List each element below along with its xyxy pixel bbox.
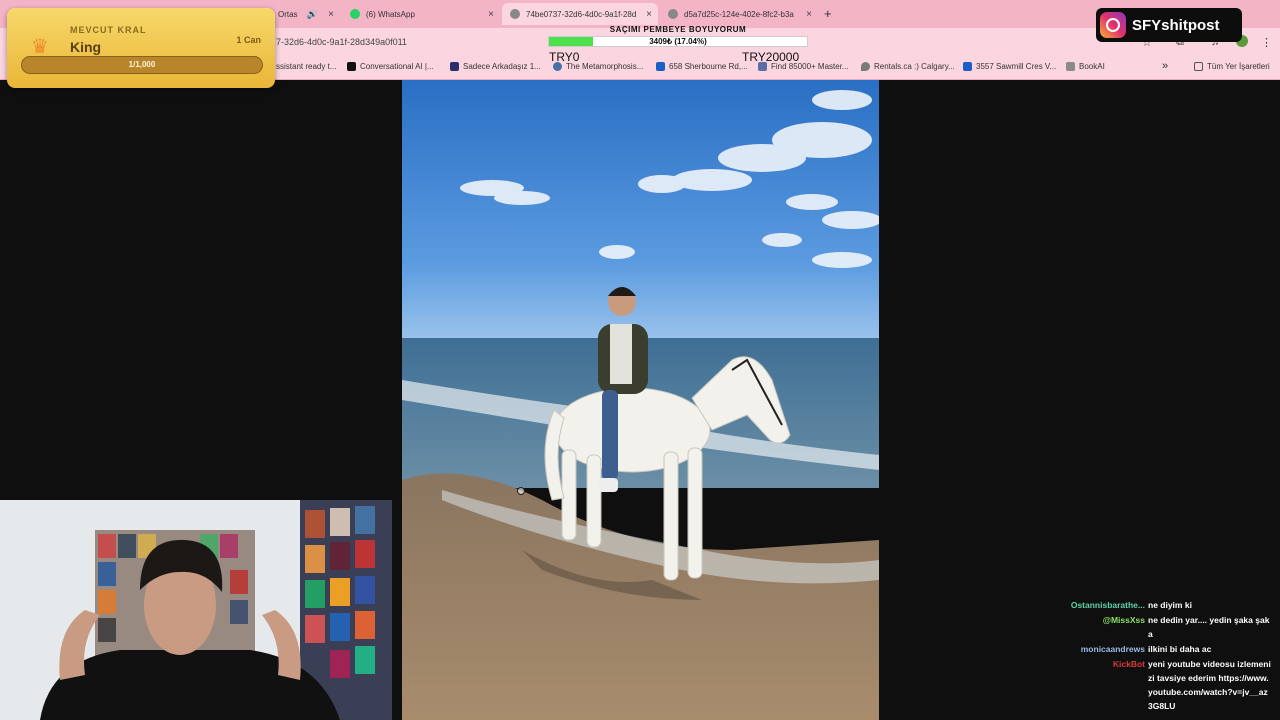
bookmark-label: BookAI xyxy=(1079,62,1105,71)
close-icon[interactable]: × xyxy=(646,9,652,20)
bookmark-label: ssistant ready t... xyxy=(276,62,337,71)
close-icon[interactable]: × xyxy=(488,9,494,20)
bookmark-item[interactable]: BookAI xyxy=(1066,62,1105,71)
king-progress-bar: 1/1,000 xyxy=(21,56,263,74)
bookmark-label: 658 Sherbourne Rd,... xyxy=(669,62,748,71)
speaker-icon: 🔊 xyxy=(306,8,318,19)
bookmark-icon xyxy=(347,62,356,71)
bookmark-item[interactable]: 3557 Sawmill Cres V... xyxy=(963,62,1056,71)
chat-username[interactable]: @MissXss xyxy=(1060,613,1148,641)
tab-second-page[interactable]: d5a7d25c-124e-402e-8fc2-b3a × xyxy=(660,3,818,25)
king-name: King xyxy=(70,39,102,55)
chat-username[interactable]: monicaandrews xyxy=(1060,642,1148,656)
instagram-watermark: SFYshitpost xyxy=(1096,8,1242,42)
king-count: 1 Can xyxy=(236,35,261,45)
goal-max-label: TRY20000 xyxy=(742,50,800,64)
bookmark-item[interactable]: Conversational AI |... xyxy=(347,62,434,71)
king-progress-text: 1/1,000 xyxy=(128,60,156,69)
whatsapp-icon xyxy=(350,9,360,19)
bookmark-icon xyxy=(963,62,972,71)
goal-progress-text: 3409₺ (17.04%) xyxy=(649,37,707,46)
chat-text: ilkini bi daha ac xyxy=(1148,644,1212,654)
instagram-icon xyxy=(1100,12,1126,38)
chat-username[interactable]: KickBot xyxy=(1060,657,1148,713)
url-text[interactable]: 7-32d6-4d0c-9a1f-28d349a0f011 xyxy=(276,37,407,47)
webcam-feed xyxy=(0,500,392,720)
close-icon[interactable]: × xyxy=(806,9,812,20)
menu-icon[interactable]: ⋮ xyxy=(1261,36,1272,49)
bookmark-item[interactable]: Sadece Arkadaşız 1... xyxy=(450,62,541,71)
live-chat: Ostannisbarathe... ne diyim ki @MissXss … xyxy=(1060,598,1275,714)
new-tab-button[interactable]: + xyxy=(824,6,832,21)
chat-message: KickBot yeni youtube videosu izlemenizi … xyxy=(1060,657,1275,713)
chat-message: @MissXss ne dedin yar.... yedin şaka şak… xyxy=(1060,613,1275,641)
cursor-icon xyxy=(517,487,525,495)
photo-illustration xyxy=(402,80,879,720)
tab-label: d5a7d25c-124e-402e-8fc2-b3a xyxy=(684,9,794,19)
bookmark-label: Conversational AI |... xyxy=(360,62,434,71)
chat-text: ne diyim ki xyxy=(1148,600,1192,610)
beach-horse-photo xyxy=(402,80,879,720)
bookmark-item[interactable]: Rentals.ca :) Calgary... xyxy=(861,62,955,71)
bookmark-label: Tüm Yer İşaretleri xyxy=(1207,62,1270,71)
chat-text: ne dedin yar.... yedin şaka şaka xyxy=(1148,615,1270,639)
goal-title: SAÇIMI PEMBEYE BOYUYORUM xyxy=(609,25,747,34)
bookmark-label: Rentals.ca :) Calgary... xyxy=(874,62,955,71)
tab-ortas[interactable]: Ortas 🔊 × xyxy=(270,3,340,25)
pin-icon xyxy=(861,62,870,71)
instagram-handle: SFYshitpost xyxy=(1132,16,1220,34)
chat-message: Ostannisbarathe... ne diyim ki xyxy=(1060,598,1275,612)
chat-username[interactable]: Ostannisbarathe... xyxy=(1060,598,1148,612)
king-widget: ♛ MEVCUT KRAL King 1 Can 1/1,000 xyxy=(7,8,275,88)
king-subtitle: MEVCUT KRAL xyxy=(70,25,147,35)
tab-label: (6) WhatsApp xyxy=(366,9,415,19)
bookmark-icon xyxy=(656,62,665,71)
tab-whatsapp[interactable]: (6) WhatsApp × xyxy=(342,3,500,25)
more-bookmarks-button[interactable]: » xyxy=(1162,60,1168,72)
tab-active-page[interactable]: 74be0737-32d6-4d0c-9a1f-28d × xyxy=(502,3,658,25)
goal-min-label: TRY0 xyxy=(549,50,580,64)
bookmark-item[interactable]: 658 Sherbourne Rd,... xyxy=(656,62,748,71)
stream-screen: Ortas 🔊 × (6) WhatsApp × 74be0737-32d6-4… xyxy=(0,0,1280,720)
close-icon[interactable]: × xyxy=(328,9,334,20)
all-bookmarks-button[interactable]: Tüm Yer İşaretleri xyxy=(1194,62,1270,71)
bookmark-item[interactable]: ssistant ready t... xyxy=(276,62,336,71)
bookmark-label: Sadece Arkadaşız 1... xyxy=(463,62,541,71)
bookmark-icon xyxy=(450,62,459,71)
goal-progress-bar: 3409₺ (17.04%) xyxy=(548,36,808,47)
chat-text: yeni youtube videosu izlemenizi tavsiye … xyxy=(1148,659,1271,711)
globe-icon xyxy=(668,9,678,19)
chat-message: monicaandrews ilkini bi daha ac xyxy=(1060,642,1275,656)
folder-icon xyxy=(1066,62,1075,71)
bookmark-label: 3557 Sawmill Cres V... xyxy=(976,62,1057,71)
tab-label: Ortas xyxy=(278,9,298,19)
folder-icon xyxy=(1194,62,1203,71)
webcam-illustration xyxy=(0,500,392,720)
tab-label: 74be0737-32d6-4d0c-9a1f-28d xyxy=(526,9,637,19)
globe-icon xyxy=(510,9,520,19)
